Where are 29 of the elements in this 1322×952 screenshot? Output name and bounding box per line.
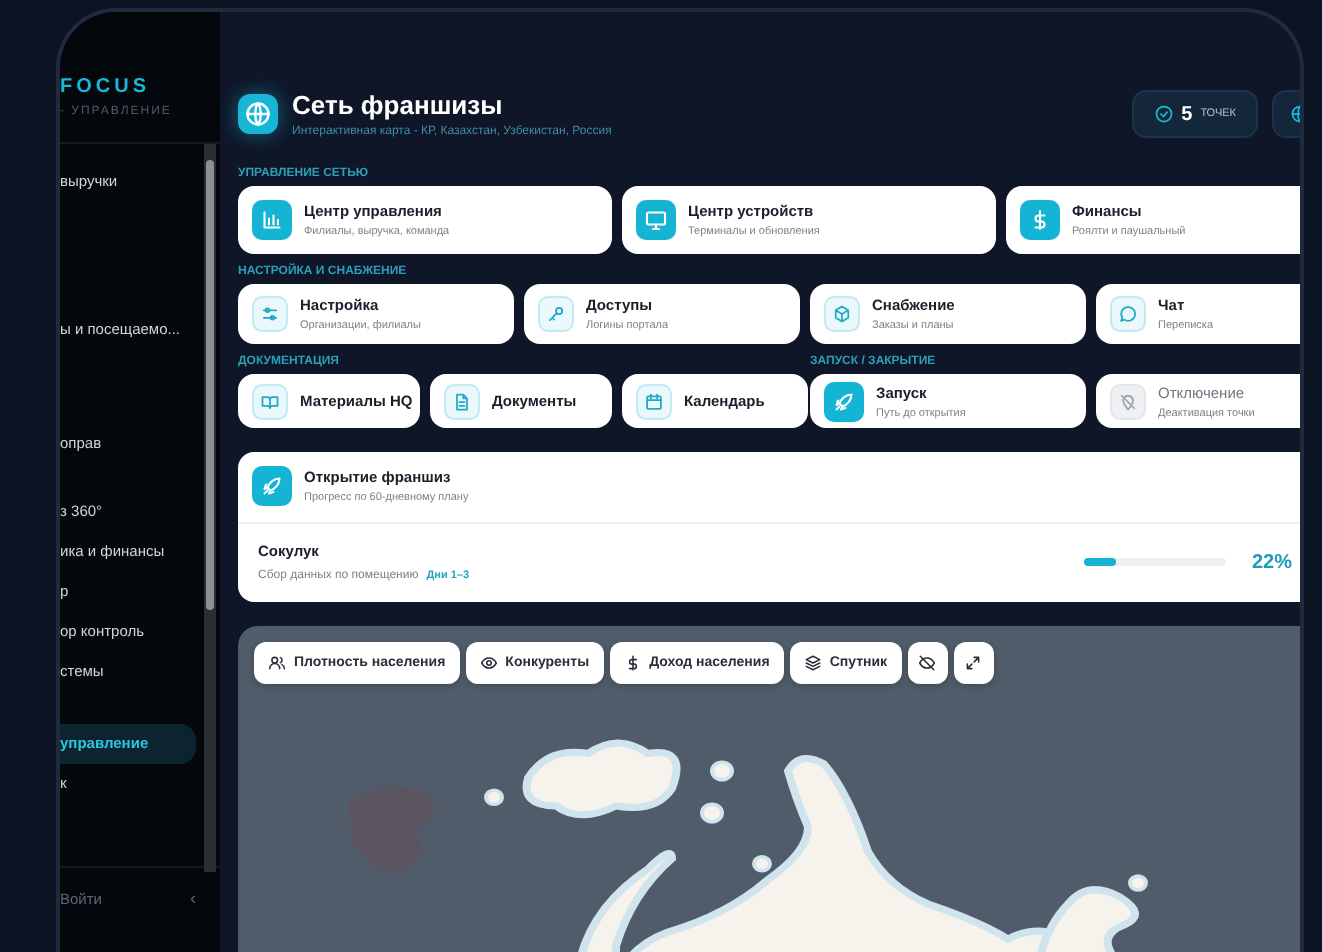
pin-off-icon	[1118, 391, 1138, 411]
document-icon	[452, 391, 472, 411]
fullscreen-button[interactable]	[953, 642, 994, 684]
cube-icon	[832, 304, 852, 324]
rocket-icon	[260, 474, 284, 498]
dollar-icon	[1028, 208, 1052, 232]
dollar-icon	[623, 654, 642, 672]
logo-text: FOCUS	[60, 76, 152, 98]
page-title: Сеть франшизы	[292, 90, 505, 120]
calendar-icon	[644, 391, 664, 411]
scrollbar-thumb[interactable]	[206, 160, 214, 610]
progress-percent: 22%	[1251, 551, 1292, 573]
chat-bubble-icon	[1118, 304, 1138, 324]
collapse-button[interactable]: ‹	[190, 888, 196, 908]
users-icon	[268, 654, 286, 672]
scrollbar[interactable]	[204, 144, 216, 872]
expand-icon	[964, 654, 983, 672]
bar-chart-icon	[260, 208, 284, 232]
sliders-icon	[260, 304, 280, 324]
eye-off-icon	[918, 654, 937, 672]
check-circle-icon	[1153, 104, 1174, 124]
monitor-icon	[644, 208, 668, 232]
book-icon	[260, 391, 280, 411]
globe-icon	[238, 94, 278, 134]
layers-icon	[803, 654, 822, 672]
eye-icon	[479, 654, 498, 672]
key-icon	[546, 304, 566, 324]
hide-button[interactable]	[907, 642, 948, 684]
rocket-icon	[832, 389, 856, 413]
